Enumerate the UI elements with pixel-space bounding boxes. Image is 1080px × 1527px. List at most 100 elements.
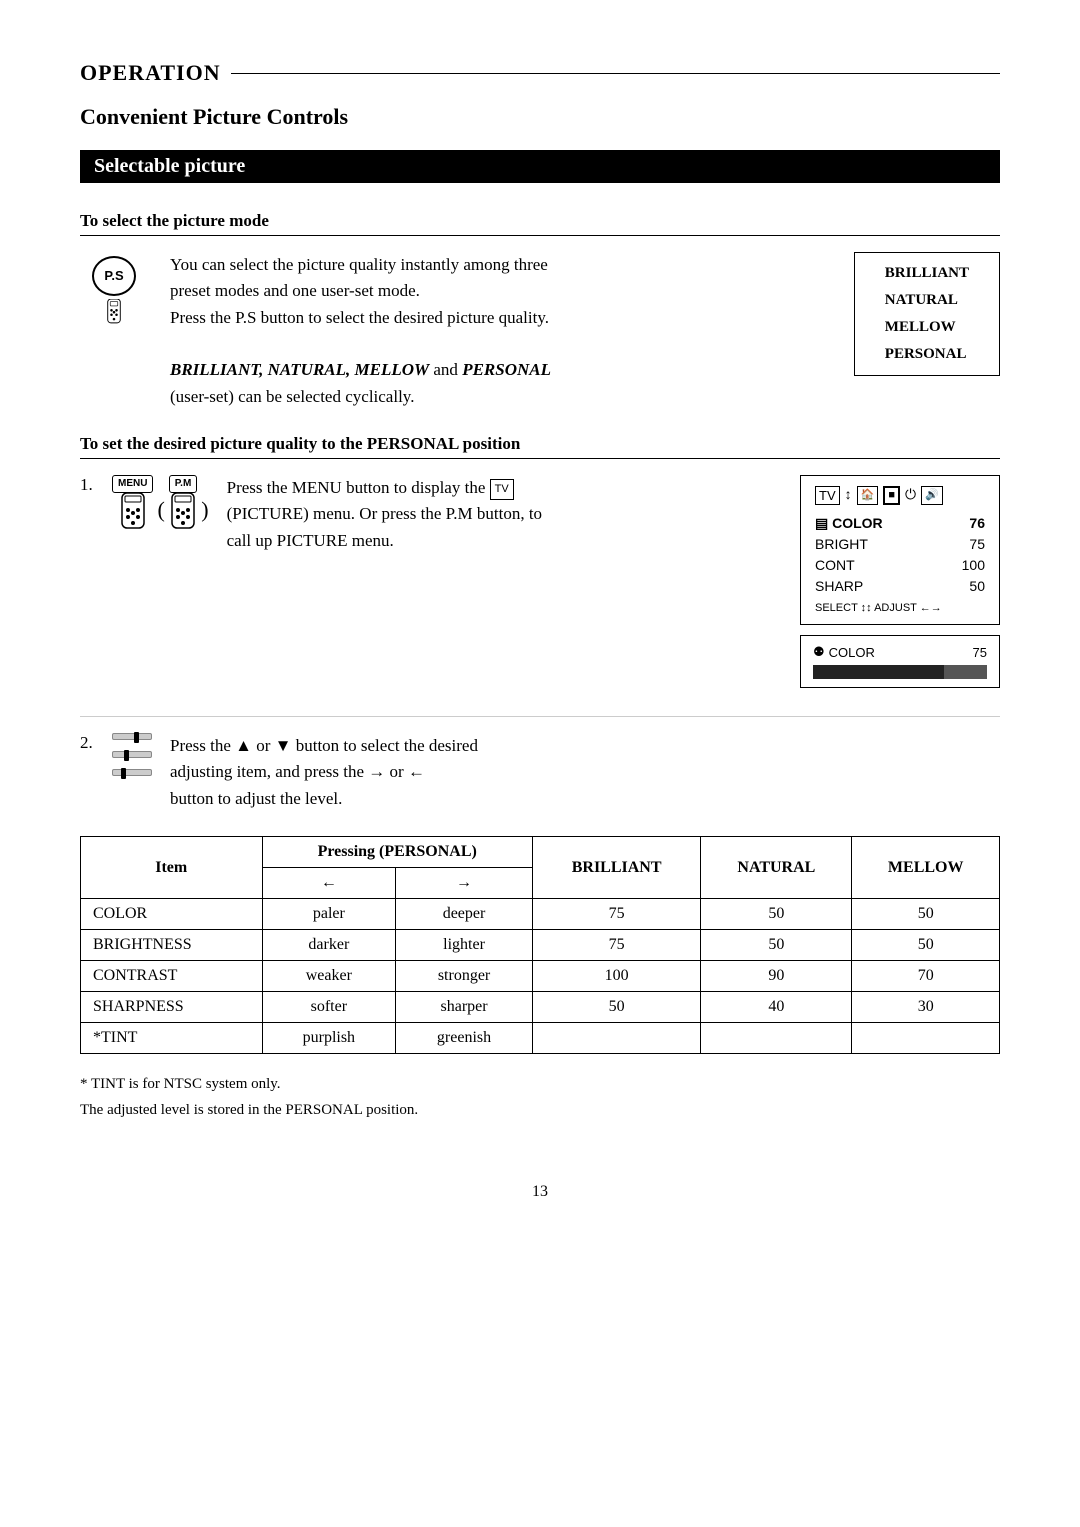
notes: * TINT is for NTSC system only. The adju… — [80, 1072, 1000, 1123]
cell-brilliant: 75 — [532, 899, 700, 930]
tv-menu-screen: TV ↕ 🏠 ■ ⏻ 🔊 ▤ COLOR 76 BRIGHT 75 CONT 1… — [800, 475, 1000, 625]
modes-intro-text: BRILLIANT, NATURAL, MELLOW and PERSONAL — [170, 357, 824, 383]
cell-natural: 50 — [701, 930, 852, 961]
comparison-table: Item Pressing (PERSONAL) BRILLIANT NATUR… — [80, 836, 1000, 1054]
note-2: The adjusted level is stored in the PERS… — [80, 1098, 1000, 1124]
color-bar-label: ⚉ COLOR 75 — [813, 644, 987, 660]
ps-button: P.S — [92, 256, 136, 296]
step1-number: 1. — [80, 475, 100, 495]
cell-right: stronger — [396, 961, 533, 992]
menu-item-sharp: SHARP 50 — [815, 576, 985, 597]
th-mellow: MELLOW — [852, 837, 1000, 899]
cell-item: CONTRAST — [81, 961, 263, 992]
cell-item: SHARPNESS — [81, 992, 263, 1023]
step2-left: 2. Press the ▲ or ▼ button to select the… — [80, 733, 1000, 812]
menu-item-color: ▤ COLOR 76 — [815, 513, 985, 534]
remote-pm-icon — [170, 493, 196, 529]
section-title: Convenient Picture Controls — [80, 104, 1000, 130]
cell-left: purplish — [262, 1023, 396, 1054]
menu-icon-row: TV ↕ 🏠 ■ ⏻ 🔊 — [815, 486, 985, 505]
bracket-open: ( — [157, 497, 164, 523]
step1-icons: MENU ( P.M — [112, 475, 209, 529]
operation-title: OPERATION — [80, 60, 221, 86]
cell-brilliant: 75 — [532, 930, 700, 961]
th-pressing: Pressing (PERSONAL) — [262, 837, 532, 868]
picture-mode-block: P.S You can select the picture quality i… — [80, 252, 1000, 410]
table-row: BRIGHTNESS darker lighter 75 50 50 — [81, 930, 1000, 961]
pm-group: P.M — [169, 475, 198, 529]
cell-mellow: 50 — [852, 899, 1000, 930]
mode-natural: NATURAL — [885, 292, 958, 309]
operation-header: OPERATION — [80, 60, 1000, 86]
cell-right: greenish — [396, 1023, 533, 1054]
step1-row: 1. MENU ( P.M — [80, 475, 1000, 688]
cell-brilliant: 100 — [532, 961, 700, 992]
step2-text: Press the ▲ or ▼ button to select the de… — [170, 733, 1000, 812]
remote-icon — [100, 299, 128, 324]
color-bar-track — [813, 665, 987, 679]
remote-menu-icon — [120, 493, 146, 529]
step2-number: 2. — [80, 733, 100, 753]
selectable-picture-bar: Selectable picture — [80, 150, 1000, 183]
bracket-close: ) — [201, 497, 208, 523]
cell-mellow: 70 — [852, 961, 1000, 992]
cell-mellow: 30 — [852, 992, 1000, 1023]
cell-mellow: 50 — [852, 930, 1000, 961]
step2-row: 2. Press the ▲ or ▼ button to select the… — [80, 733, 1000, 812]
step-divider — [80, 716, 1000, 717]
table-row: CONTRAST weaker stronger 100 90 70 — [81, 961, 1000, 992]
note-1: * TINT is for NTSC system only. — [80, 1072, 1000, 1098]
step2-icons — [112, 733, 152, 776]
mode-mellow: MELLOW — [885, 319, 956, 336]
cell-right: lighter — [396, 930, 533, 961]
slider-icon-3 — [112, 769, 152, 776]
cell-right: sharper — [396, 992, 533, 1023]
cell-item: COLOR — [81, 899, 263, 930]
slider-icon-1 — [112, 733, 152, 740]
table-row: COLOR paler deeper 75 50 50 — [81, 899, 1000, 930]
cell-left: darker — [262, 930, 396, 961]
th-right-arrow: → — [396, 868, 533, 899]
table-row: *TINT purplish greenish — [81, 1023, 1000, 1054]
cell-item: *TINT — [81, 1023, 263, 1054]
operation-divider — [231, 73, 1000, 74]
menu-item-cont: CONT 100 — [815, 555, 985, 576]
pm-button-label: P.M — [169, 475, 198, 493]
table-row: SHARPNESS softer sharper 50 40 30 — [81, 992, 1000, 1023]
picture-mode-description: You can select the picture quality insta… — [170, 252, 824, 410]
slider-icon-2 — [112, 751, 152, 758]
color-bar-screen: ⚉ COLOR 75 — [800, 635, 1000, 688]
cell-mellow — [852, 1023, 1000, 1054]
color-bar-fill — [813, 665, 944, 679]
mode-personal: PERSONAL — [885, 346, 967, 363]
cell-left: softer — [262, 992, 396, 1023]
cell-natural: 90 — [701, 961, 852, 992]
th-brilliant: BRILLIANT — [532, 837, 700, 899]
cell-natural — [701, 1023, 852, 1054]
cell-left: paler — [262, 899, 396, 930]
cell-natural: 50 — [701, 899, 852, 930]
personal-header: To set the desired picture quality to th… — [80, 434, 1000, 459]
modes-list: BRILLIANT NATURAL MELLOW PERSONAL — [854, 252, 1000, 376]
th-left-arrow: ← — [262, 868, 396, 899]
color-bar-text: COLOR — [829, 645, 875, 660]
menu-select-text: SELECT ↕↕ ADJUST ←→ — [815, 602, 985, 614]
cell-right: deeper — [396, 899, 533, 930]
cell-left: weaker — [262, 961, 396, 992]
menu-item-bright: BRIGHT 75 — [815, 534, 985, 555]
step1-left: 1. MENU ( P.M — [80, 475, 800, 554]
step1-text: Press the MENU button to display the TV … — [227, 475, 800, 554]
cell-natural: 40 — [701, 992, 852, 1023]
step1-screen-area: TV ↕ 🏠 ■ ⏻ 🔊 ▤ COLOR 76 BRIGHT 75 CONT 1… — [800, 475, 1000, 688]
cell-item: BRIGHTNESS — [81, 930, 263, 961]
menu-group: MENU — [112, 475, 153, 529]
picture-mode-header: To select the picture mode — [80, 211, 1000, 236]
page-number: 13 — [80, 1183, 1000, 1201]
mode-brilliant: BRILLIANT — [885, 265, 969, 282]
th-item: Item — [81, 837, 263, 899]
color-bar-value: 75 — [973, 645, 987, 660]
th-natural: NATURAL — [701, 837, 852, 899]
tv-inline-icon: TV — [490, 479, 514, 500]
cell-brilliant — [532, 1023, 700, 1054]
cell-brilliant: 50 — [532, 992, 700, 1023]
